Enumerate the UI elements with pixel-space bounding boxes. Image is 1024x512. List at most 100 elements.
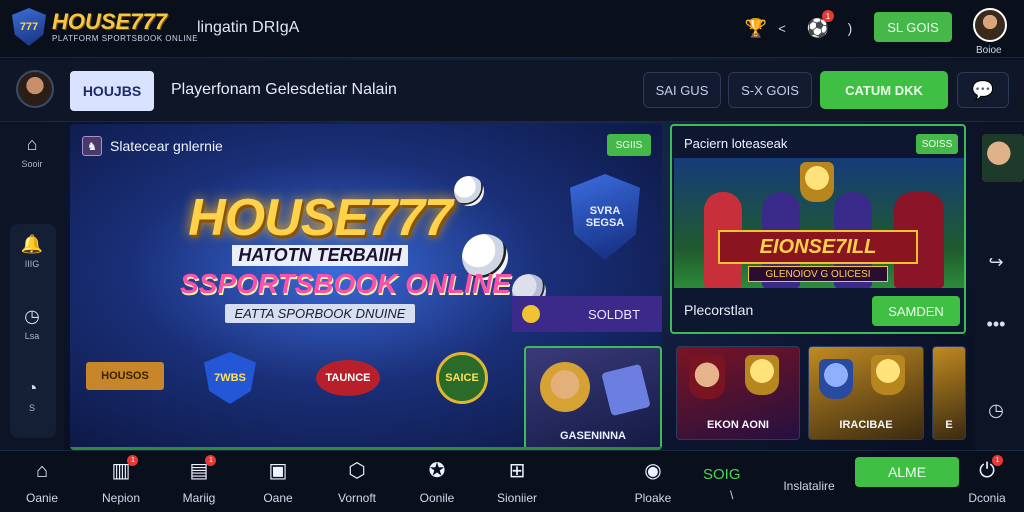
brand-logo[interactable]: 777 HOUSE777 PLATFORM SPORTSBOOK ONLINE bbox=[12, 8, 198, 46]
game-icon: ♞ bbox=[82, 136, 102, 156]
nav-label-3: Oane bbox=[263, 491, 293, 505]
solobt-label: SOLDBT bbox=[588, 306, 641, 322]
solobt-button[interactable]: SOLDBT bbox=[512, 296, 662, 332]
nav-item-2[interactable]: ▤ 1 Mariig bbox=[162, 455, 236, 505]
app-root: 777 HOUSE777 PLATFORM SPORTSBOOK ONLINE … bbox=[0, 0, 1024, 512]
bottom-nav: ⌂ Oanie ▥ 1 Nepion ▤ 1 Mariig ▣ Oane ⬡ Vor… bbox=[0, 450, 1024, 512]
rail-item-3[interactable]: ◔ S bbox=[8, 378, 56, 413]
home-icon: ⌂ bbox=[35, 460, 49, 482]
nav-item-7[interactable]: ◉ Ploake bbox=[616, 459, 690, 505]
game-card-label: GASENINNA bbox=[559, 430, 626, 442]
nav-item-3[interactable]: ▣ Oane bbox=[241, 459, 315, 505]
rail-label-0: Sooir bbox=[21, 159, 43, 169]
coin-icon bbox=[522, 305, 540, 323]
thumb-card-2[interactable]: IRACIBAE bbox=[808, 346, 924, 440]
trophy-icon bbox=[871, 355, 905, 395]
chat-icon[interactable]: 💬 bbox=[957, 72, 1009, 108]
feature-title: Paciern loteaseak bbox=[684, 136, 788, 151]
hero-line-3: EATTA SPORBOOK DNUINE bbox=[224, 304, 416, 323]
nav-slash-text: \ bbox=[730, 488, 734, 502]
rail-item-2[interactable]: ◷ Lsa bbox=[8, 306, 56, 341]
chart-bars-icon: ▥ 1 bbox=[112, 455, 139, 483]
character-icon bbox=[540, 362, 590, 412]
thumb-card-1[interactable]: EKON AONI bbox=[676, 346, 800, 440]
hero-line-2: SSPORTSBOOK ONLINE bbox=[180, 268, 511, 299]
trophy-icon[interactable]: 🏆 bbox=[742, 14, 770, 42]
nav-item-4[interactable]: ⬡ Vornoft bbox=[320, 459, 394, 505]
nav-badge-2: 1 bbox=[205, 455, 217, 466]
nav-item-0[interactable]: ⌂ Oanie bbox=[5, 459, 79, 505]
cube-icon: ⬡ bbox=[348, 460, 366, 482]
sub-bar: HOUJBS Playerfonam Gelesdetiar Nalain SA… bbox=[0, 60, 1024, 122]
right-rail: ↪ ••• ◷ bbox=[974, 124, 1024, 450]
game-card[interactable]: GASENINNA bbox=[524, 346, 662, 450]
nav-item-9[interactable]: ⏻ 1 Dconia bbox=[950, 455, 1024, 505]
clock-icon: ◷ bbox=[24, 306, 40, 326]
hero-mini-button[interactable]: SGIIS bbox=[607, 134, 651, 156]
league-logo-4[interactable]: SAICE bbox=[436, 352, 488, 404]
feature-footer-label: Plecorstlan bbox=[684, 302, 754, 318]
feature-button[interactable]: SAMDEN bbox=[872, 296, 960, 326]
thumb-card-3[interactable]: E bbox=[932, 346, 966, 440]
top-action-button[interactable]: SL GOIS bbox=[874, 12, 952, 42]
nav-green-text[interactable]: SOIG bbox=[703, 466, 741, 483]
clock-icon[interactable]: ◷ bbox=[974, 400, 1018, 421]
chart-columns-icon: ▤ 1 bbox=[190, 455, 217, 483]
nav-label-8: Inslatalire bbox=[783, 479, 835, 493]
primary-cta-button[interactable]: CATUM DKK bbox=[820, 71, 948, 109]
user-avatar[interactable] bbox=[973, 8, 1007, 42]
tablet-icon: ▣ bbox=[268, 460, 288, 482]
soccer-ball-icon: ✪ bbox=[428, 460, 446, 482]
feature-footer: Plecorstlan SAMDEN bbox=[674, 290, 964, 332]
league-logo-2[interactable]: 7WBS bbox=[204, 352, 256, 404]
feature-mini-button[interactable]: SOISS bbox=[916, 134, 958, 154]
nav-item-5[interactable]: ✪ Oonile bbox=[400, 459, 474, 505]
stopwatch-icon: ◔ bbox=[26, 378, 38, 398]
card-icon bbox=[601, 363, 651, 417]
nav-item-8[interactable]: Inslatalire bbox=[772, 479, 846, 493]
nav-label-5: Oonile bbox=[419, 491, 455, 505]
nav-label-1: Nepion bbox=[101, 491, 141, 505]
soccer-ball-icon[interactable]: ⚽ 1 bbox=[804, 10, 834, 42]
bell-icon: 🔔 bbox=[20, 234, 44, 254]
nav-item-1[interactable]: ▥ 1 Nepion bbox=[84, 455, 158, 505]
league-logo-1[interactable]: HOUSOS bbox=[86, 362, 164, 390]
user-avatar-label: Boioe bbox=[976, 45, 1002, 56]
nav-label-0: Oanie bbox=[25, 491, 59, 505]
league-logo-3[interactable]: TAUNCE bbox=[316, 360, 380, 396]
feature-card[interactable]: Paciern loteaseak SOISS EIONSE7ILL GLENO… bbox=[670, 124, 966, 334]
shield-icon bbox=[819, 359, 853, 399]
houses-tab[interactable]: HOUJBS bbox=[70, 71, 154, 111]
home-outline-icon: ⌂ bbox=[26, 134, 38, 154]
hero-banner[interactable]: ♞ Slatecear gnlernie SGIIS SVRA SEGSA HO… bbox=[70, 124, 662, 450]
logo-title: HOUSE777 bbox=[52, 9, 167, 34]
share-icon[interactable]: ↪ bbox=[974, 252, 1018, 273]
hero-line-1: HATOTN TERBAIIH bbox=[232, 245, 408, 266]
nav-item-6[interactable]: ⊞ Sioniier bbox=[480, 459, 554, 505]
hero-brand: HOUSE777 HATOTN TERBAIIH SSPORTSBOOK ONL… bbox=[180, 188, 511, 323]
secondary-button-1[interactable]: SAI GUS bbox=[643, 72, 721, 108]
notification-badge: 1 bbox=[822, 10, 834, 22]
hero-heading: ♞ Slatecear gnlernie bbox=[82, 136, 223, 156]
rail-item-0[interactable]: ⌂ Sooir bbox=[8, 134, 56, 169]
shield-logo-icon: 777 bbox=[12, 8, 46, 46]
secondary-button-2[interactable]: S-X GOIS bbox=[728, 72, 812, 108]
more-icon[interactable]: ••• bbox=[974, 314, 1018, 335]
feature-brand-sub: GLENOIOV G OLICESI bbox=[748, 266, 888, 282]
profile-avatar[interactable] bbox=[16, 70, 54, 108]
shield-badge-icon: SVRA SEGSA bbox=[570, 174, 640, 260]
thumb-label-1: EKON AONI bbox=[707, 419, 769, 431]
power-icon: ⏻ 1 bbox=[979, 455, 1003, 483]
nav-action-button[interactable]: ALME bbox=[855, 457, 959, 487]
separator-text: < bbox=[778, 20, 786, 36]
thumb-label-2: IRACIBAE bbox=[839, 419, 893, 431]
eye-icon: ◉ bbox=[644, 460, 662, 482]
sub-title: Playerfonam Gelesdetiar Nalain bbox=[171, 81, 397, 98]
nav-label-6: Sioniier bbox=[496, 491, 538, 505]
feature-art: EIONSE7ILL GLENOIOV G OLICESI bbox=[674, 158, 964, 288]
player-avatar[interactable] bbox=[982, 134, 1024, 182]
nav-badge-1: 1 bbox=[127, 455, 139, 466]
paren-text: ) bbox=[847, 20, 853, 36]
rail-label-1: IIIG bbox=[24, 259, 40, 269]
rail-item-1[interactable]: 🔔 IIIG bbox=[8, 234, 56, 269]
